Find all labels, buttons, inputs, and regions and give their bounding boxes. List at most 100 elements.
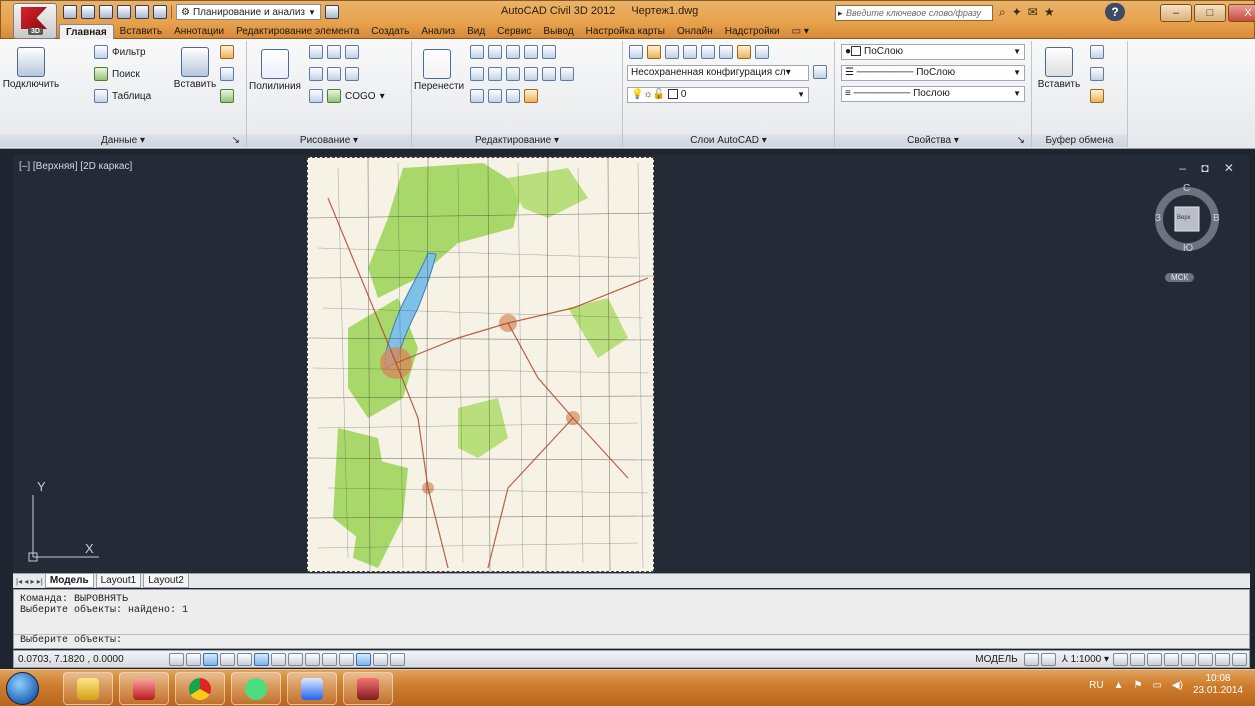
attach-button[interactable] xyxy=(220,67,234,81)
model-space-label[interactable]: МОДЕЛЬ xyxy=(975,654,1017,665)
linetype-select[interactable]: ☰ ──────── ПоСлою ▼ xyxy=(841,65,1025,81)
tab-3[interactable]: Редактирование элемента xyxy=(230,24,365,40)
snap-toggle[interactable] xyxy=(186,652,201,666)
taskbar-chrome[interactable] xyxy=(175,672,225,705)
cut-button[interactable] xyxy=(1090,67,1104,81)
properties-panel-title[interactable]: Свойства ▾ ↘ xyxy=(835,134,1031,147)
tab-5[interactable]: Анализ xyxy=(415,24,461,40)
match-properties-button[interactable] xyxy=(1090,89,1104,103)
ortho-toggle[interactable] xyxy=(220,652,235,666)
new-file-icon[interactable] xyxy=(63,5,77,19)
customize-toolbar-icon[interactable] xyxy=(324,5,339,19)
tab-2[interactable]: Аннотации xyxy=(168,24,230,40)
style-button[interactable] xyxy=(220,45,234,59)
lineweight-select[interactable]: ≡ ──────── Послою ▼ xyxy=(841,86,1025,102)
tab-7[interactable]: Сервис xyxy=(491,24,537,40)
table-button[interactable]: Таблица xyxy=(94,89,151,103)
save-icon[interactable] xyxy=(99,5,113,19)
ucs-menu-button[interactable]: МСК xyxy=(1165,273,1195,282)
taskbar-explorer[interactable] xyxy=(63,672,113,705)
network-icon[interactable]: ▭ xyxy=(1152,680,1161,691)
tab-1[interactable]: Вставить xyxy=(114,24,168,40)
minimize-button[interactable]: – xyxy=(1160,4,1192,22)
binoculars-icon[interactable]: ⌕ xyxy=(999,5,1006,20)
tab-layout2[interactable]: Layout2 xyxy=(143,574,189,588)
print-icon[interactable] xyxy=(117,5,131,19)
ribbon-minimize-icon[interactable]: ▭ ▾ xyxy=(786,24,815,40)
3d-osnap-toggle[interactable] xyxy=(271,652,286,666)
command-line[interactable]: Команда: ВЫРОВНЯТЬ Выберите объекты: най… xyxy=(13,589,1250,649)
cogo-button[interactable]: COGO ▾ xyxy=(309,89,385,103)
coordinate-readout[interactable]: 0.0703, 7.1820 , 0.0000 xyxy=(14,654,169,665)
maximize-button[interactable]: □ xyxy=(1194,4,1226,22)
search-input[interactable]: ▸ Введите ключевое слово/фразу xyxy=(835,5,993,21)
lineweight-toggle[interactable] xyxy=(339,652,354,666)
filter-button[interactable]: Фильтр xyxy=(94,45,146,59)
taskbar-utorrent[interactable] xyxy=(231,672,281,705)
tab-layout1[interactable]: Layout1 xyxy=(95,574,142,588)
color-select[interactable]: ● ПоСлою ▼ xyxy=(841,44,1025,60)
data-panel-title[interactable]: Данные ▾ ↘ xyxy=(0,134,246,147)
quick-properties-toggle[interactable] xyxy=(373,652,388,666)
ducs-toggle[interactable] xyxy=(305,652,320,666)
search-button[interactable]: Поиск xyxy=(94,67,140,81)
toolbar-lock-icon[interactable] xyxy=(1164,652,1179,666)
connect-button[interactable]: Подключить xyxy=(2,47,60,90)
viewcube-south[interactable]: Ю xyxy=(1183,243,1193,254)
layout-nav-buttons[interactable]: |◂ ◂ ▸ ▸| xyxy=(16,577,43,586)
taskbar-app-2[interactable] xyxy=(119,672,169,705)
isolate-objects-icon[interactable] xyxy=(1198,652,1213,666)
language-indicator[interactable]: RU xyxy=(1089,680,1103,691)
clean-screen-icon[interactable] xyxy=(1232,652,1247,666)
tab-8[interactable]: Вывод xyxy=(537,24,579,40)
copy-clip-button[interactable] xyxy=(1090,45,1104,59)
status-menu-icon[interactable] xyxy=(1215,652,1230,666)
viewport-controls[interactable]: – ◘ ✕ xyxy=(1179,161,1240,175)
workspace-switch-icon[interactable] xyxy=(1147,652,1162,666)
polar-toggle[interactable] xyxy=(237,652,252,666)
tab-model[interactable]: Модель xyxy=(44,574,94,588)
polyline-button[interactable]: Полилиния xyxy=(249,49,301,92)
selection-cycling-toggle[interactable] xyxy=(390,652,405,666)
communication-icon[interactable]: ✉ xyxy=(1028,5,1038,20)
quick-view-drawings-icon[interactable] xyxy=(1040,652,1056,666)
application-menu-button[interactable]: 3D xyxy=(13,3,57,39)
undo-icon[interactable] xyxy=(135,5,149,19)
viewcube[interactable]: С Ю З В Верх МСК xyxy=(1153,183,1221,282)
taskbar-autocad[interactable] xyxy=(343,672,393,705)
layer-state-select[interactable]: Несохраненная конфигурация сл▾ xyxy=(627,65,809,81)
paste-button[interactable]: Вставить xyxy=(1036,47,1082,90)
tab-6[interactable]: Вид xyxy=(461,24,491,40)
layers-panel-title[interactable]: Слои AutoCAD ▾ xyxy=(623,134,834,147)
tab-4[interactable]: Создать xyxy=(365,24,415,40)
auto-scale-icon[interactable] xyxy=(1130,652,1145,666)
drawing-viewport[interactable]: [–] [Верхняя] [2D каркас] – ◘ ✕ С Ю З В … xyxy=(13,155,1250,573)
workspace-selector[interactable]: ⚙ Планирование и анализ ▼ xyxy=(176,4,321,20)
clock[interactable]: 10:08 23.01.2014 xyxy=(1193,673,1243,697)
dyn-toggle[interactable] xyxy=(322,652,337,666)
tab-9[interactable]: Настройка карты xyxy=(580,24,671,40)
otrack-toggle[interactable] xyxy=(288,652,303,666)
edit-tools-row-1[interactable] xyxy=(470,45,556,59)
transparency-toggle[interactable] xyxy=(356,652,371,666)
panel-expand-icon[interactable]: ↘ xyxy=(232,134,240,147)
subscription-icon[interactable]: ✦ xyxy=(1012,5,1022,20)
osnap-toggle[interactable] xyxy=(254,652,269,666)
viewcube-north[interactable]: С xyxy=(1183,183,1190,194)
edit-tools-row-3[interactable] xyxy=(470,89,538,103)
help-button[interactable]: ? xyxy=(1105,3,1125,21)
layer-previous-button[interactable] xyxy=(813,65,827,79)
annotation-scale-select[interactable]: ⅄ 1:1000 ▾ xyxy=(1062,654,1109,665)
show-hidden-icons-icon[interactable]: ▲ xyxy=(1114,680,1124,691)
command-prompt[interactable]: Выберите объекты: xyxy=(20,635,122,646)
export-button[interactable] xyxy=(220,89,234,103)
viewcube-east[interactable]: В xyxy=(1213,213,1220,224)
move-button[interactable]: Перенести xyxy=(414,49,464,92)
quick-view-layouts-icon[interactable] xyxy=(1023,652,1039,666)
close-button[interactable]: X xyxy=(1228,4,1255,22)
panel-expand-icon[interactable]: ↘ xyxy=(1017,134,1025,147)
redo-icon[interactable] xyxy=(153,5,167,19)
circle-tools[interactable] xyxy=(309,67,359,81)
taskbar-word[interactable] xyxy=(287,672,337,705)
topographic-map-image[interactable] xyxy=(307,157,654,572)
